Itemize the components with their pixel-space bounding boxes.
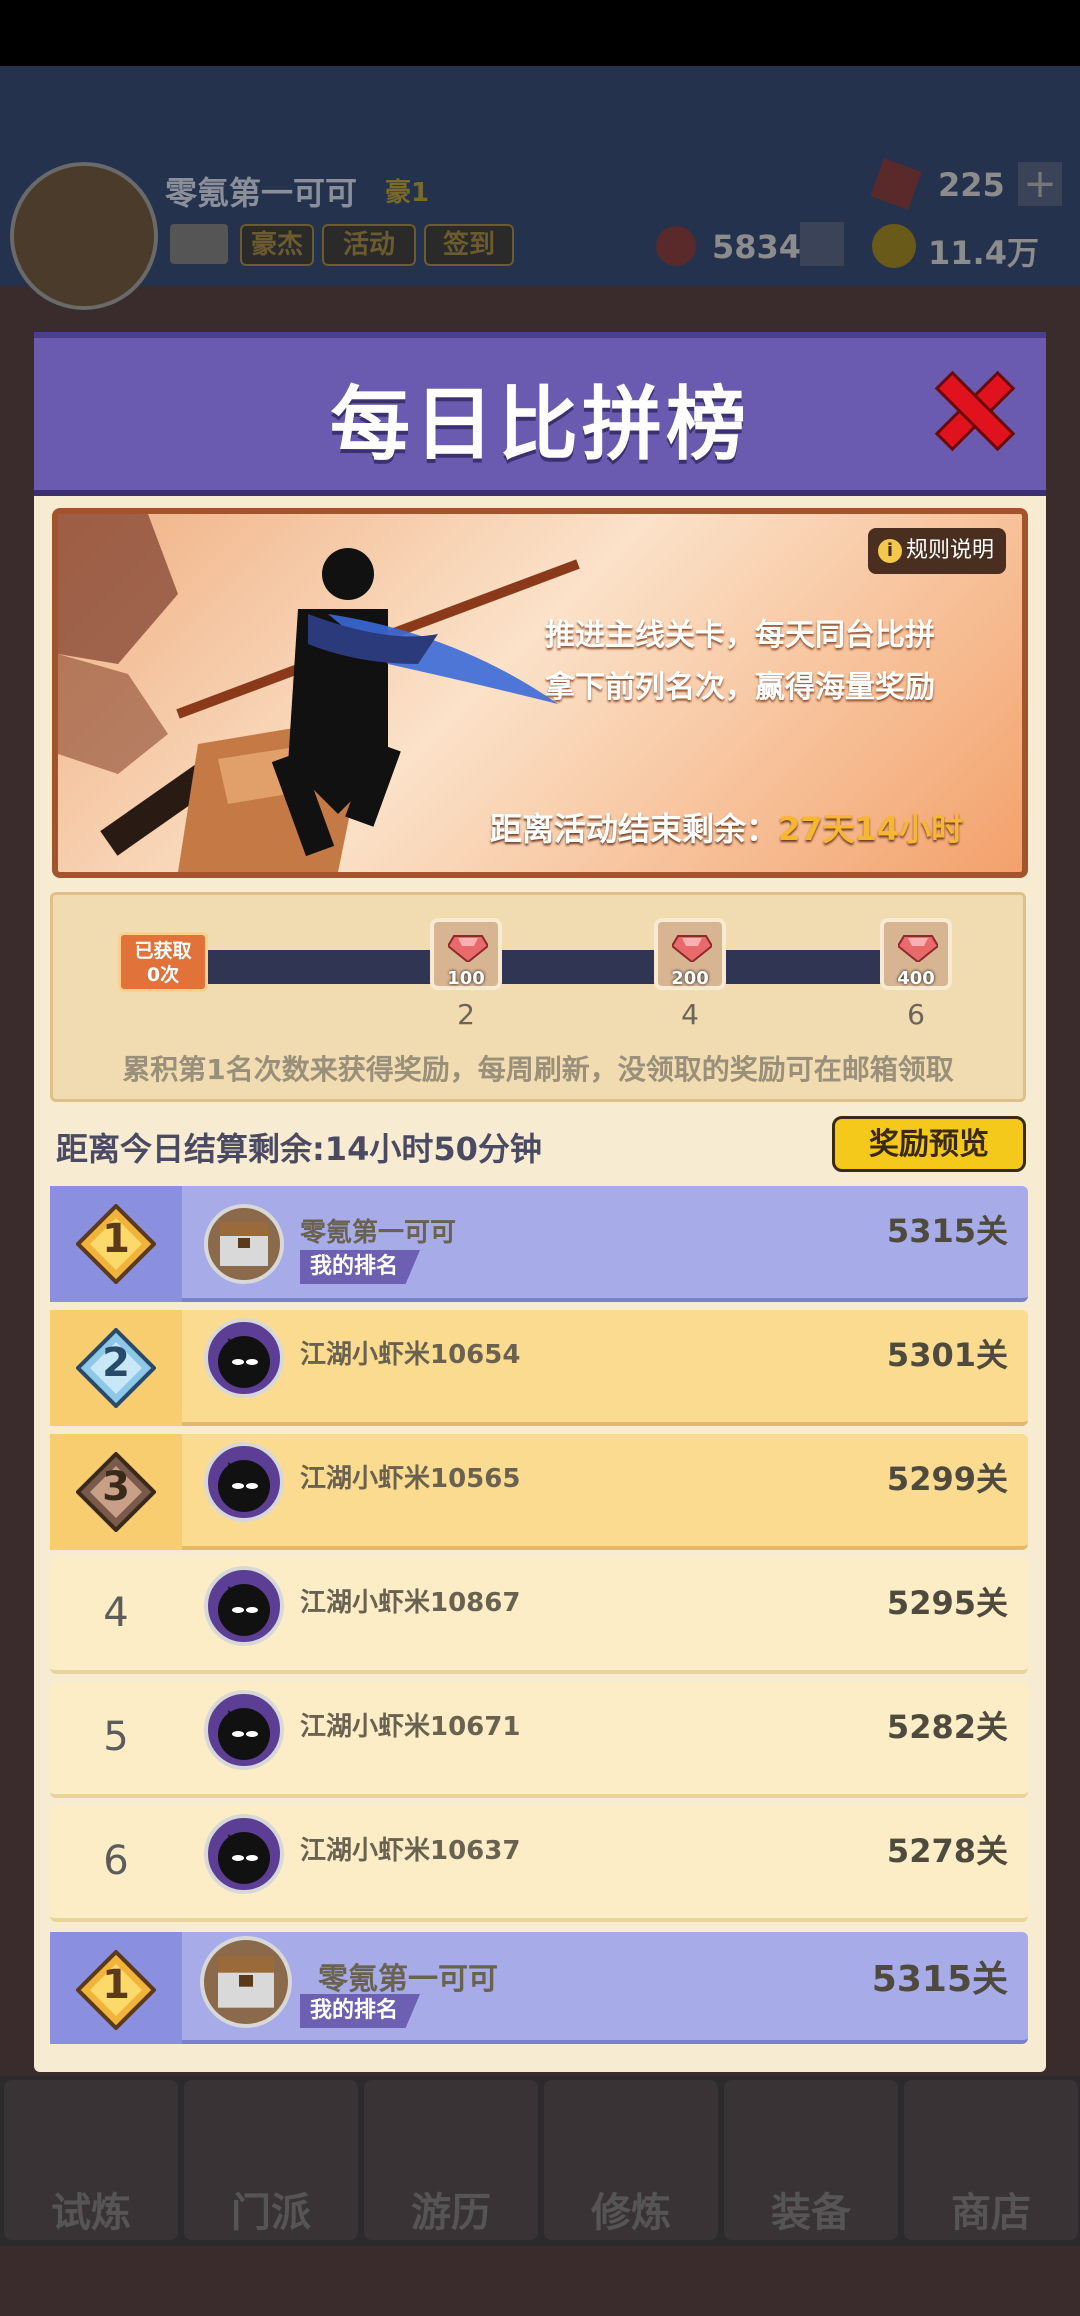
tag-activity[interactable]: 活动 bbox=[322, 224, 416, 266]
player-name: 江湖小虾米10671 bbox=[300, 1712, 521, 1742]
rank-cell: 3 bbox=[50, 1434, 182, 1550]
player-name: 零氪第一可可 bbox=[318, 1962, 498, 1997]
player-badge: 豪1 bbox=[385, 178, 430, 208]
dialog-title: 每日比拼榜 bbox=[330, 378, 750, 471]
player-score: 5299关 bbox=[886, 1460, 1008, 1498]
progress-note: 累积第1名次数来获得奖励，每周刷新，没领取的奖励可在邮箱领取 bbox=[122, 1053, 954, 1086]
reward-step-3: 6 bbox=[907, 998, 925, 1031]
rank-number: 3 bbox=[102, 1464, 130, 1510]
reward-amount: 400 bbox=[897, 968, 935, 989]
mail-icon[interactable] bbox=[170, 224, 228, 264]
player-score: 5301关 bbox=[886, 1336, 1008, 1374]
player-name: 江湖小虾米10867 bbox=[300, 1588, 521, 1618]
add-gems-button[interactable]: + bbox=[1018, 162, 1062, 206]
countdown-value: 27天14小时 bbox=[778, 810, 964, 848]
player-name: 零氪第一可可 bbox=[165, 174, 358, 212]
info-button[interactable] bbox=[800, 222, 844, 266]
player-score: 5282关 bbox=[886, 1708, 1008, 1746]
reward-box-2[interactable]: 200 bbox=[654, 918, 726, 990]
player-score: 5295关 bbox=[886, 1584, 1008, 1622]
rank-number: 2 bbox=[102, 1340, 130, 1386]
ninja-avatar-icon bbox=[204, 1690, 284, 1770]
player-score: 5278关 bbox=[886, 1832, 1008, 1870]
reward-box-1[interactable]: 100 bbox=[430, 918, 502, 990]
player-name: 江湖小虾米10637 bbox=[300, 1836, 521, 1866]
gem-icon bbox=[898, 935, 938, 962]
daily-settlement-countdown: 距离今日结算剩余:14小时50分钟 bbox=[56, 1130, 542, 1168]
rank-points-icon bbox=[656, 226, 696, 266]
progress-track bbox=[200, 950, 940, 984]
gold-icon bbox=[872, 224, 916, 268]
player-name: 江湖小虾米10654 bbox=[300, 1340, 521, 1370]
rank-number: 5 bbox=[103, 1714, 129, 1760]
player-avatar[interactable] bbox=[10, 162, 158, 310]
ninja-avatar-icon bbox=[204, 1566, 284, 1646]
reward-step-1: 2 bbox=[457, 998, 475, 1031]
ninja-avatar-icon bbox=[204, 1442, 284, 1522]
close-icon bbox=[934, 370, 1016, 452]
rank-number: 1 bbox=[102, 1216, 130, 1262]
info-icon: i bbox=[878, 539, 902, 563]
gem-count: 225 bbox=[938, 166, 1005, 204]
reward-preview-button[interactable]: 奖励预览 bbox=[832, 1116, 1026, 1172]
rank-number: 4 bbox=[103, 1590, 129, 1636]
rank-number: 6 bbox=[103, 1838, 129, 1884]
player-score: 5315关 bbox=[886, 1212, 1008, 1250]
close-button[interactable] bbox=[930, 366, 1020, 456]
treasure-chest-avatar-icon bbox=[204, 1204, 284, 1284]
event-countdown: 距离活动结束剩余：27天14小时 bbox=[490, 804, 963, 850]
player-name: 江湖小虾米10565 bbox=[300, 1464, 521, 1494]
nav-cultivate-label: 修炼 bbox=[591, 2190, 671, 2236]
gem-icon bbox=[448, 935, 488, 962]
reward-box-3[interactable]: 400 bbox=[880, 918, 952, 990]
rank-points: 5834 bbox=[712, 228, 802, 266]
rank-cell: 1 bbox=[50, 1186, 182, 1302]
reward-step-2: 4 bbox=[681, 998, 699, 1031]
player-score: 5315关 bbox=[871, 1959, 1008, 2000]
tag-hero[interactable]: 豪杰 bbox=[240, 224, 314, 266]
nav-trial-label: 试炼 bbox=[51, 2190, 131, 2236]
my-rank-tag: 我的排名 bbox=[300, 1250, 420, 1284]
reward-amount: 100 bbox=[447, 968, 485, 989]
obtained-count: 0次 bbox=[146, 964, 180, 986]
rank-cell: 2 bbox=[50, 1310, 182, 1426]
rank-number: 1 bbox=[102, 1962, 130, 2008]
obtained-label: 已获取 bbox=[134, 940, 192, 962]
nav-travel-label: 游历 bbox=[411, 2190, 491, 2236]
obtained-count-badge: 已获取 0次 bbox=[118, 932, 208, 992]
nav-equipment-label: 装备 bbox=[771, 2190, 851, 2236]
rank-cell: 1 bbox=[50, 1932, 182, 2044]
reward-amount: 200 bbox=[671, 968, 709, 989]
ninja-avatar-icon bbox=[204, 1318, 284, 1398]
nav-shop-label: 商店 bbox=[951, 2190, 1031, 2236]
gem-icon bbox=[672, 935, 712, 962]
gold-count: 11.4万 bbox=[928, 234, 1039, 272]
treasure-chest-avatar-icon bbox=[200, 1936, 292, 2028]
countdown-label: 距离活动结束剩余： bbox=[490, 810, 779, 848]
nav-sect-label: 门派 bbox=[231, 2190, 311, 2236]
banner-line-2: 拿下前列名次，赢得海量奖励 bbox=[545, 670, 935, 705]
ninja-avatar-icon bbox=[204, 1814, 284, 1894]
tag-signin[interactable]: 签到 bbox=[424, 224, 514, 266]
banner-line-1: 推进主线关卡，每天同台比拼 bbox=[545, 618, 935, 653]
my-rank-tag: 我的排名 bbox=[300, 1994, 420, 2028]
player-name: 零氪第一可可 bbox=[300, 1218, 457, 1248]
